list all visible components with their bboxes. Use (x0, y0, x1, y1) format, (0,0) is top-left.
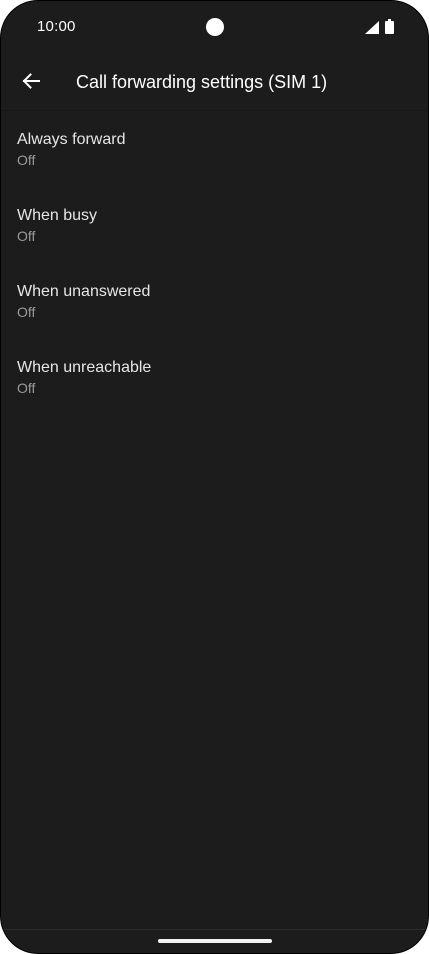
status-bar: 10:00 (1, 1, 428, 53)
setting-title: When unreachable (17, 359, 152, 376)
page-title: Call forwarding settings (SIM 1) (76, 72, 328, 92)
signal-icon (365, 21, 379, 34)
battery-icon (385, 19, 394, 34)
settings-list: Always forward Off When busy Off When un… (1, 113, 428, 417)
back-button[interactable] (11, 61, 51, 101)
arrow-left-icon (22, 73, 40, 89)
status-time: 10:00 (37, 18, 76, 35)
setting-title: When unanswered (17, 283, 151, 300)
nav-divider (1, 929, 428, 930)
screen: 10:00 Call forwarding settings (SIM 1) A… (1, 1, 428, 953)
setting-title: Always forward (17, 131, 126, 148)
setting-when-unanswered[interactable]: When unanswered Off (1, 265, 428, 341)
setting-summary: Off (17, 380, 36, 396)
setting-summary: Off (17, 228, 36, 244)
setting-summary: Off (17, 304, 36, 320)
setting-when-busy[interactable]: When busy Off (1, 189, 428, 265)
camera-cutout (206, 18, 224, 36)
setting-summary: Off (17, 152, 36, 168)
gesture-nav-handle[interactable] (158, 939, 272, 943)
app-bar: Call forwarding settings (SIM 1) (1, 53, 428, 111)
setting-when-unreachable[interactable]: When unreachable Off (1, 341, 428, 417)
setting-always-forward[interactable]: Always forward Off (1, 113, 428, 189)
device-frame: 10:00 Call forwarding settings (SIM 1) A… (0, 0, 429, 954)
setting-title: When busy (17, 207, 98, 224)
